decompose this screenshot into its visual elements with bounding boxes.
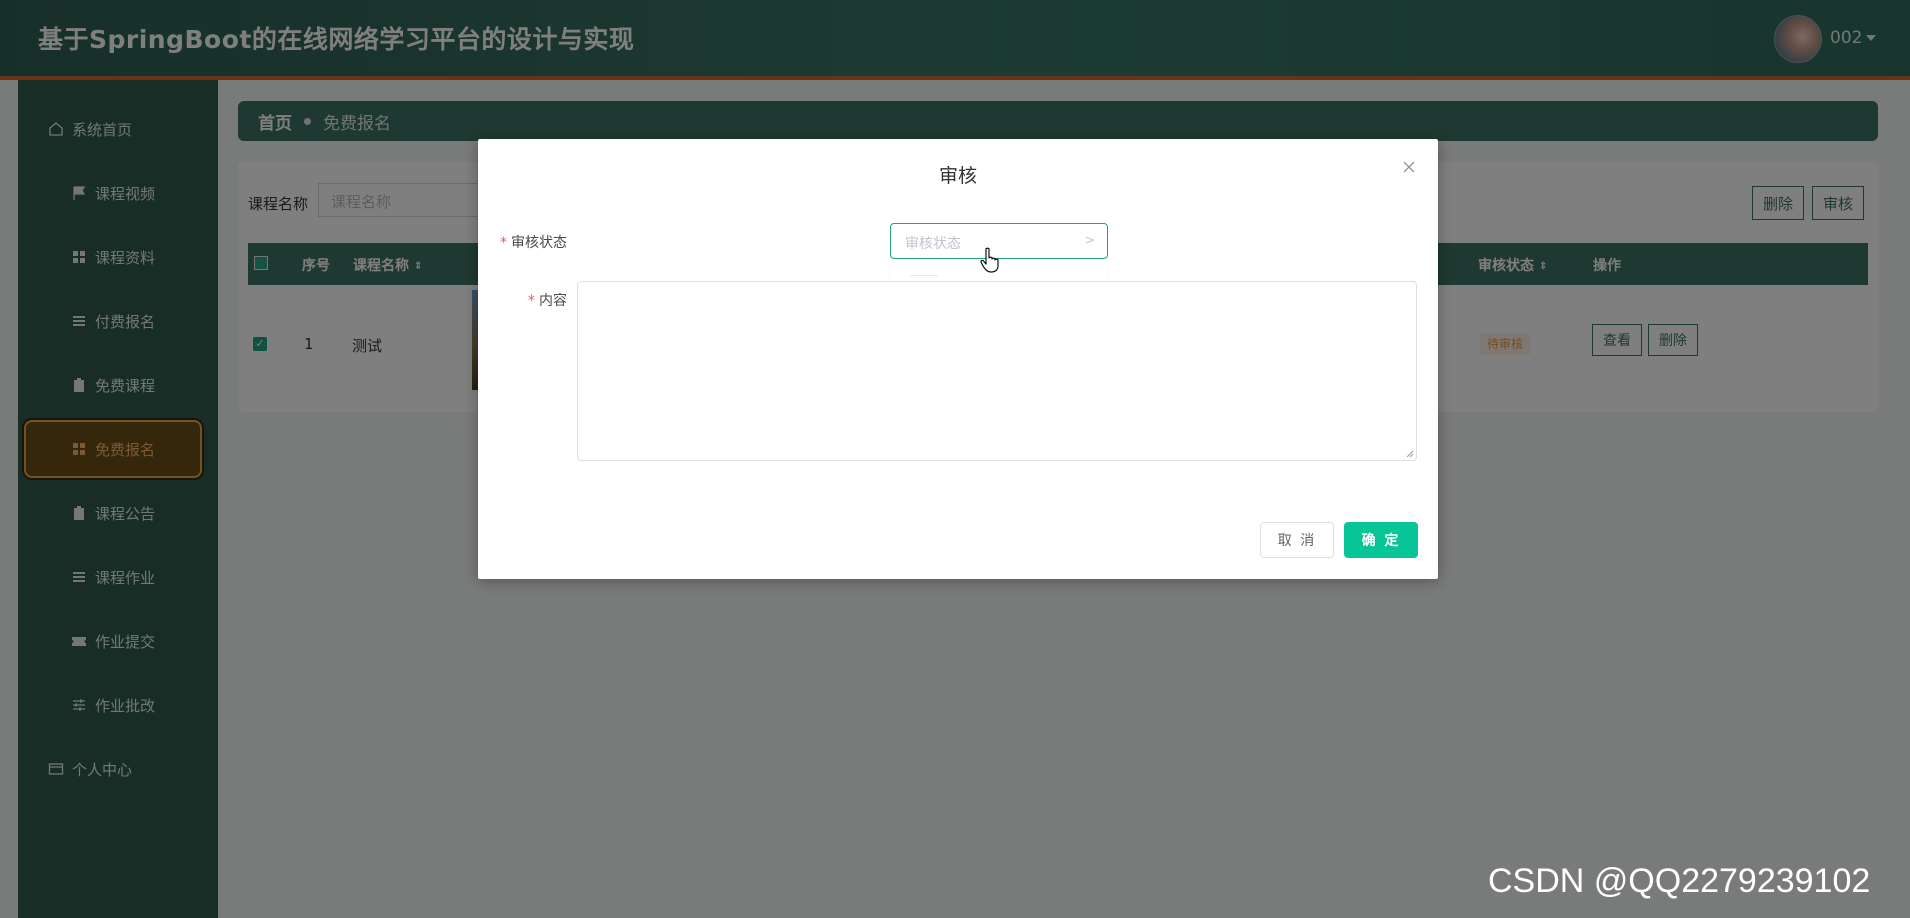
resize-handle-icon[interactable] bbox=[1406, 450, 1414, 458]
chevron-right-icon: > bbox=[1084, 233, 1095, 247]
required-marker: * bbox=[528, 293, 535, 309]
content-field-label: * 内容 bbox=[528, 290, 567, 310]
cancel-button[interactable]: 取 消 bbox=[1260, 522, 1334, 558]
watermark: CSDN @QQ2279239102 bbox=[1488, 862, 1871, 900]
status-select-placeholder: 审核状态 bbox=[905, 236, 961, 252]
content-textarea[interactable] bbox=[577, 281, 1417, 461]
required-marker: * bbox=[500, 235, 507, 251]
confirm-button[interactable]: 确 定 bbox=[1344, 522, 1418, 558]
content-label-text: 内容 bbox=[539, 293, 567, 309]
close-icon[interactable] bbox=[1401, 159, 1417, 175]
status-label-text: 审核状态 bbox=[511, 235, 567, 251]
hand-cursor-icon bbox=[980, 247, 999, 273]
audit-dialog: 审核 * 审核状态 审核状态 > * 内容 取 消 确 定 bbox=[478, 139, 1438, 579]
dialog-title: 审核 bbox=[938, 165, 977, 187]
dropdown-option[interactable] bbox=[910, 275, 938, 276]
status-field-label: * 审核状态 bbox=[500, 232, 567, 252]
